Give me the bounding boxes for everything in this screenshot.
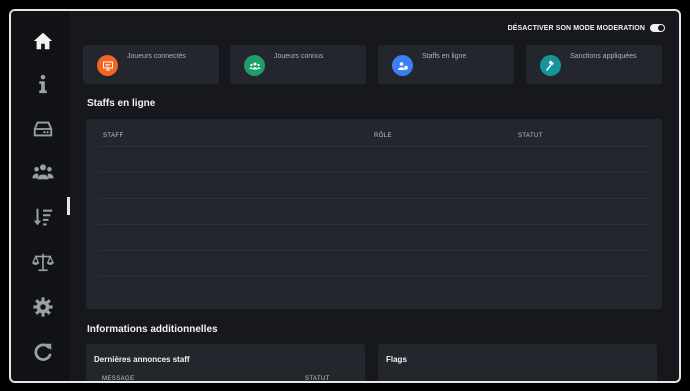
- moderation-window: DÉSACTIVER SON MODE MODERATION Joueurs c…: [9, 9, 681, 383]
- refresh-icon[interactable]: [30, 339, 56, 365]
- main-content: DÉSACTIVER SON MODE MODERATION Joueurs c…: [70, 11, 679, 381]
- stat-card-players-known: Joueurs connus: [230, 45, 366, 84]
- moderation-toggle-row[interactable]: DÉSACTIVER SON MODE MODERATION: [508, 24, 665, 32]
- staff-section-title: Staffs en ligne: [87, 98, 156, 109]
- sidebar: [11, 11, 70, 381]
- table-row-divider: [98, 224, 650, 225]
- flags-title: Flags: [386, 355, 407, 364]
- announcements-title: Dernières annonces staff: [94, 355, 190, 364]
- table-row-divider: [98, 146, 650, 147]
- moderation-toggle[interactable]: [650, 24, 665, 32]
- flags-panel: Flags: [378, 344, 657, 381]
- info-section-title: Informations additionnelles: [87, 324, 218, 335]
- server-icon[interactable]: [30, 116, 56, 142]
- info-icon[interactable]: [30, 71, 56, 97]
- scale-icon[interactable]: [30, 249, 56, 275]
- stat-label: Joueurs connectés: [127, 53, 186, 60]
- staff-table: STAFF RÔLE STATUT: [86, 119, 662, 309]
- table-row-divider: [98, 172, 650, 173]
- column-header-status: STATUT: [305, 376, 330, 382]
- table-row-divider: [98, 198, 650, 199]
- stat-label: Staffs en ligne: [422, 53, 467, 60]
- gavel-icon: [540, 55, 561, 76]
- column-header-staff: STAFF: [103, 133, 124, 139]
- user-shield-icon: [392, 55, 413, 76]
- sort-icon[interactable]: [30, 204, 56, 230]
- table-row-divider: [98, 276, 650, 277]
- column-header-role: RÔLE: [374, 133, 392, 139]
- stat-card-staff-online: Staffs en ligne: [378, 45, 514, 84]
- stat-label: Joueurs connus: [274, 53, 324, 60]
- gear-icon[interactable]: [30, 294, 56, 320]
- moderation-toggle-label: DÉSACTIVER SON MODE MODERATION: [507, 24, 645, 32]
- group-icon: [244, 55, 265, 76]
- announcements-panel: Dernières annonces staff MESSAGE STATUT: [86, 344, 365, 382]
- table-row-divider: [98, 250, 650, 251]
- home-icon[interactable]: [30, 28, 56, 54]
- users-icon[interactable]: [30, 159, 56, 185]
- monitor-icon: [97, 55, 118, 76]
- stat-label: Sanctions appliquées: [570, 53, 637, 60]
- stat-card-sanctions: Sanctions appliquées: [526, 45, 662, 84]
- column-header-message: MESSAGE: [102, 376, 135, 382]
- column-header-status: STATUT: [518, 133, 543, 139]
- stat-card-players-connected: Joueurs connectés: [83, 45, 219, 84]
